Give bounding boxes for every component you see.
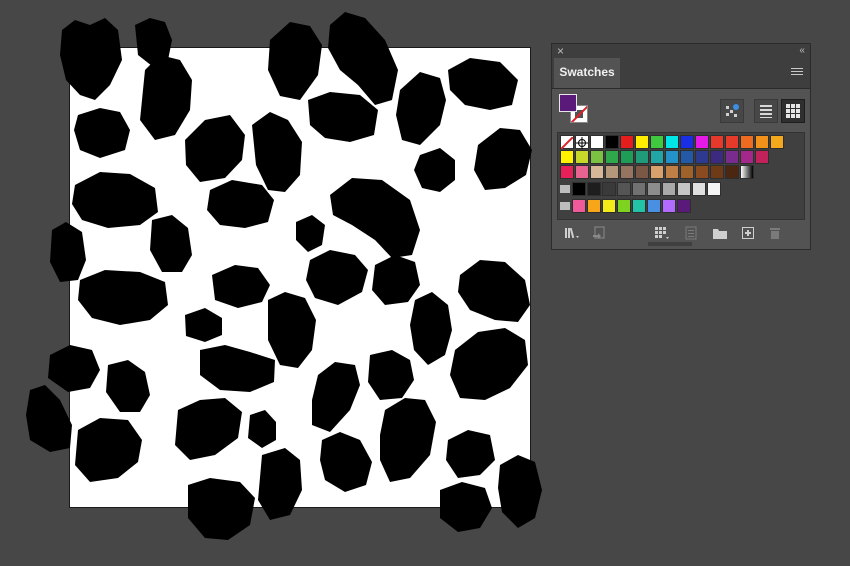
fill-stroke-selector[interactable] [559, 94, 589, 124]
swatch-group1-1[interactable] [587, 182, 601, 196]
show-kinds-icon[interactable] [720, 99, 744, 123]
delete-swatch-icon[interactable] [768, 226, 782, 240]
swatch-row1-11[interactable] [725, 135, 739, 149]
swatch-row2-8[interactable] [680, 150, 694, 164]
swatch-row3-3[interactable] [605, 165, 619, 179]
swatch-group2-4[interactable] [632, 199, 646, 213]
swatch-row1-13[interactable] [755, 135, 769, 149]
swatch-row2-11[interactable] [725, 150, 739, 164]
swatch-row2-0[interactable] [560, 150, 574, 164]
swatch-row2-9[interactable] [695, 150, 709, 164]
swatch-row3-12[interactable] [740, 165, 754, 179]
new-color-group-icon[interactable] [712, 226, 727, 240]
swatch-group2-2[interactable] [602, 199, 616, 213]
swatch-group1-9[interactable] [707, 182, 721, 196]
swatch-group1-7[interactable] [677, 182, 691, 196]
swatch-row1-2[interactable] [590, 135, 604, 149]
new-swatch-icon[interactable] [741, 226, 755, 240]
swatch-group1-3[interactable] [617, 182, 631, 196]
swatch-row1-14[interactable] [770, 135, 784, 149]
fill-swatch[interactable] [559, 94, 577, 112]
swatch-row3-11[interactable] [725, 165, 739, 179]
swatch-row2-3[interactable] [605, 150, 619, 164]
swatch-row2-6[interactable] [650, 150, 664, 164]
swatch-group2-6[interactable] [662, 199, 676, 213]
swatch-group1-6[interactable] [662, 182, 676, 196]
swatch-row2-10[interactable] [710, 150, 724, 164]
swatch-group1-5[interactable] [647, 182, 661, 196]
swatch-row3-4[interactable] [620, 165, 634, 179]
swatch-row2-2[interactable] [590, 150, 604, 164]
swatch-group2-1[interactable] [587, 199, 601, 213]
grid-view-icon[interactable] [781, 99, 805, 123]
swatch-group1-4[interactable] [632, 182, 646, 196]
swatch-row2-5[interactable] [635, 150, 649, 164]
swatch-row1-6[interactable] [650, 135, 664, 149]
swatch-row2-4[interactable] [620, 150, 634, 164]
close-icon[interactable]: × [557, 44, 564, 58]
swatch-group1-2[interactable] [602, 182, 616, 196]
swatch-row1-9[interactable] [695, 135, 709, 149]
swatch-group2-0[interactable] [572, 199, 586, 213]
swatch-row1-3[interactable] [605, 135, 619, 149]
collapse-panel-icon[interactable]: ‹‹ [799, 44, 805, 58]
swatch-row1-8[interactable] [680, 135, 694, 149]
swatch-row3-5[interactable] [635, 165, 649, 179]
swatch-row1-12[interactable] [740, 135, 754, 149]
swatch-row3-6[interactable] [650, 165, 664, 179]
swatch-row3-8[interactable] [680, 165, 694, 179]
swatch-row3-7[interactable] [665, 165, 679, 179]
swatch-row1-4[interactable] [620, 135, 634, 149]
swatch-row3-1[interactable] [575, 165, 589, 179]
panel-menu-icon[interactable] [791, 66, 803, 77]
swatch-row2-1[interactable] [575, 150, 589, 164]
color-group-folder-icon[interactable] [560, 202, 570, 210]
color-group-folder-icon[interactable] [560, 185, 570, 193]
swatch-options-icon[interactable] [654, 226, 669, 240]
swatch-row3-9[interactable] [695, 165, 709, 179]
panel-resize-grip[interactable] [648, 242, 692, 246]
swatch-row2-12[interactable] [740, 150, 754, 164]
panel-title-bar: × ‹‹ [552, 44, 810, 58]
swatch-row1-0[interactable] [560, 135, 574, 150]
swatch-group2-7[interactable] [677, 199, 691, 213]
swatch-row1-7[interactable] [665, 135, 679, 149]
swatch-list-disabled-icon[interactable] [684, 226, 698, 240]
swatch-row3-10[interactable] [710, 165, 724, 179]
panel-tab-row: Swatches [552, 58, 810, 89]
swatch-group1-0[interactable] [572, 182, 586, 196]
panel-bottom-toolbar [552, 222, 810, 244]
swatch-row3-0[interactable] [560, 165, 574, 179]
swatch-row1-1[interactable] [575, 135, 589, 149]
swatch-row1-10[interactable] [710, 135, 724, 149]
swatch-libraries-menu-icon[interactable] [564, 226, 579, 240]
swatch-row1-5[interactable] [635, 135, 649, 149]
tab-swatches[interactable]: Swatches [554, 58, 620, 88]
swatch-grid [557, 132, 805, 220]
swatch-group2-5[interactable] [647, 199, 661, 213]
swatch-row2-13[interactable] [755, 150, 769, 164]
list-view-icon[interactable] [754, 99, 778, 123]
swatch-row3-2[interactable] [590, 165, 604, 179]
swatch-row2-7[interactable] [665, 150, 679, 164]
swatches-panel: × ‹‹ Swatches [551, 43, 811, 250]
place-swatch-icon[interactable] [592, 226, 606, 240]
swatch-group1-8[interactable] [692, 182, 706, 196]
swatch-group2-3[interactable] [617, 199, 631, 213]
